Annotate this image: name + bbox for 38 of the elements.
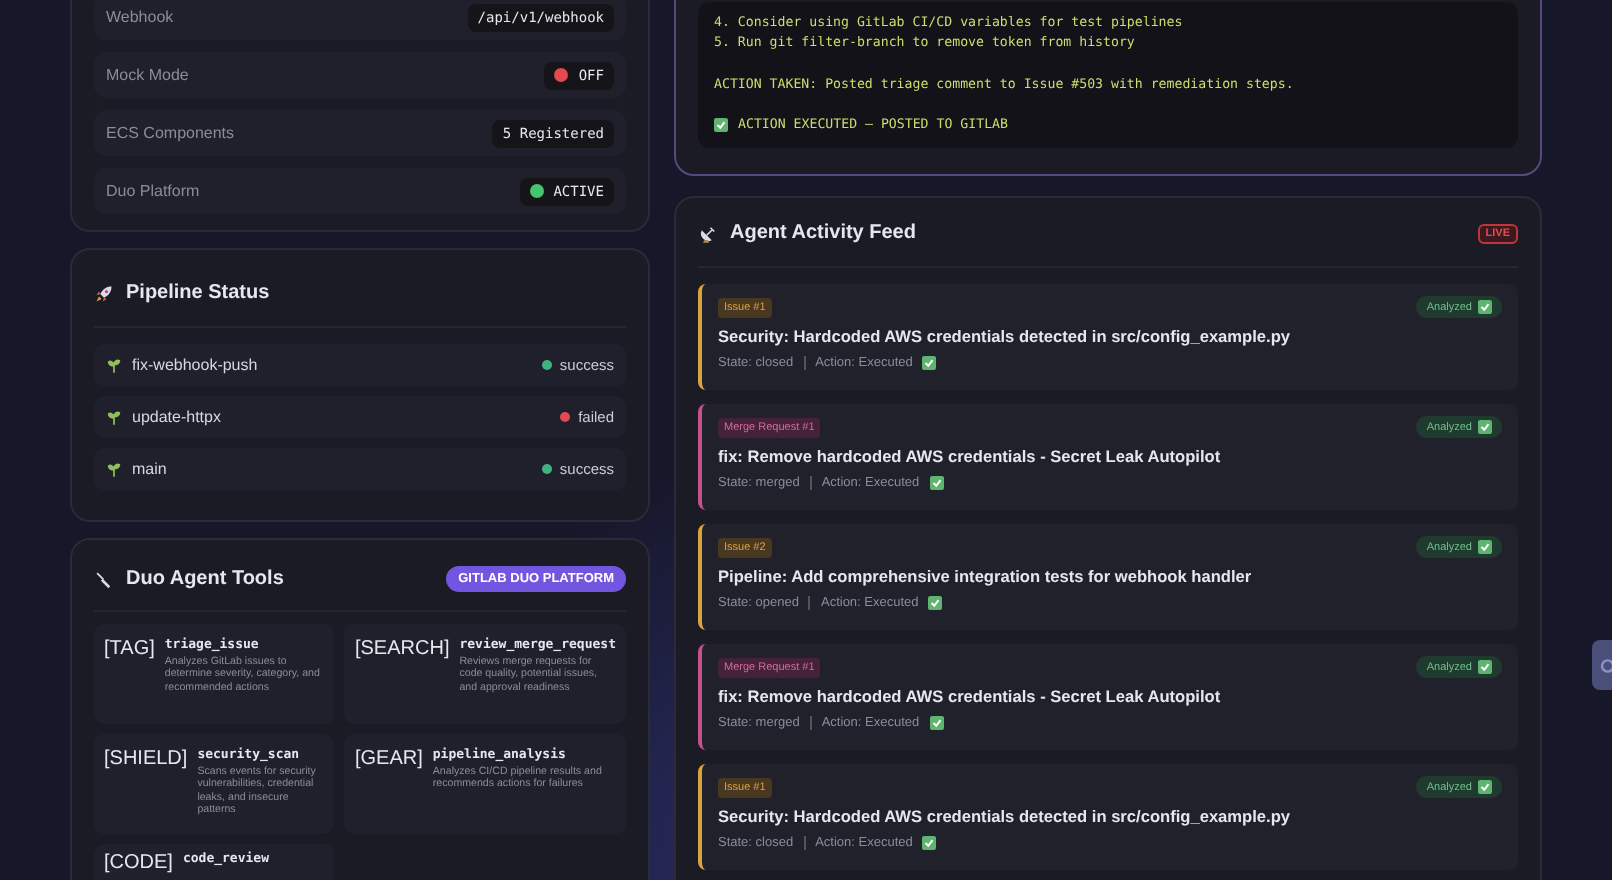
- check-icon: [1478, 660, 1492, 675]
- branch-name: main: [132, 460, 169, 478]
- tool-tag: [SEARCH]: [354, 636, 450, 712]
- config-label: Webhook: [106, 8, 174, 26]
- check-icon: [929, 716, 944, 731]
- check-icon: [1478, 540, 1492, 555]
- activity-title: fix: Remove hardcoded AWS credentials - Secret Leak Autopilot: [718, 686, 1223, 707]
- tool-tag: [CODE]: [104, 850, 173, 880]
- rocket-icon: [94, 283, 114, 303]
- branch-name: update-httpx: [132, 408, 223, 426]
- tool-tag: [TAG]: [104, 636, 155, 712]
- config-label: Duo Platform: [106, 182, 200, 200]
- branch-name: fix-webhook-push: [132, 356, 260, 374]
- check-icon: [922, 356, 937, 371]
- card-title: Pipeline Status: [126, 282, 272, 304]
- sprout-icon: [106, 409, 122, 425]
- tool-tag: [SHIELD]: [104, 746, 188, 822]
- activity-title: Security: Hardcoded AWS credentials detected in src/config_example.py: [718, 326, 1293, 347]
- activity-title: fix: Remove hardcoded AWS credentials - Secret Leak Autopilot: [718, 446, 1223, 467]
- config-label: ECS Components: [106, 124, 235, 142]
- sprout-icon: [106, 357, 122, 373]
- check-icon: [714, 117, 728, 132]
- check-icon: [928, 596, 943, 611]
- wrench-icon: [94, 569, 114, 589]
- check-icon: [1478, 780, 1492, 795]
- card-title: Agent Activity Feed: [730, 222, 918, 245]
- activity-title: Pipeline: Add comprehensive integration tests for webhook handler: [718, 566, 1254, 587]
- check-icon: [1478, 420, 1492, 435]
- satellite-dish-icon: [698, 223, 718, 244]
- sprout-icon: [106, 461, 122, 477]
- card-title: Duo Agent Tools: [126, 568, 286, 590]
- tool-tag: [GEAR]: [354, 746, 423, 822]
- check-icon: [1478, 300, 1492, 315]
- floating-tab[interactable]: [1592, 640, 1612, 690]
- check-icon: [929, 476, 944, 491]
- activity-title: Security: Hardcoded AWS credentials detected in src/config_example.py: [718, 806, 1293, 827]
- config-label: Mock Mode: [106, 66, 189, 84]
- check-icon: [922, 836, 937, 851]
